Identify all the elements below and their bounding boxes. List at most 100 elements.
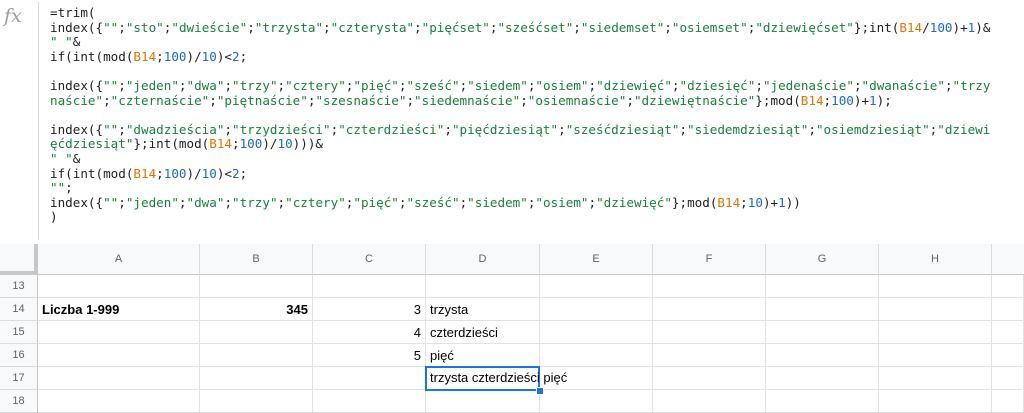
grid-cell[interactable] (426, 275, 540, 298)
grid-cell[interactable] (766, 367, 879, 390)
formula-token: ; (277, 77, 286, 93)
cell-d15[interactable]: czterdzieści (426, 321, 540, 344)
row-header-17[interactable]: 17 (0, 367, 38, 390)
cell-c16[interactable]: 5 (313, 344, 426, 367)
grid-cell[interactable] (540, 298, 653, 321)
grid-cell[interactable] (653, 367, 766, 390)
cell-c14[interactable]: 3 (313, 298, 426, 321)
formula-line: index({"";"jeden";"dwa";"trzy";"cztery";… (50, 194, 1024, 211)
fill-handle[interactable] (536, 387, 544, 395)
grid-cell[interactable] (766, 344, 879, 367)
row-header-13[interactable]: 13 (0, 275, 38, 298)
cell-d17-selected[interactable]: trzysta czterdzieści pięć (425, 366, 567, 391)
grid-cell[interactable] (540, 275, 653, 298)
formula-token: ; (178, 77, 187, 93)
grid-cell[interactable] (653, 321, 766, 344)
formula-token: "szesnaście" (315, 92, 407, 108)
formula-token: "czterysta" (330, 19, 415, 35)
formula-token: ; (444, 121, 452, 137)
formula-token: ; (520, 92, 528, 108)
column-header-a[interactable]: A (38, 244, 200, 275)
row-header-18[interactable]: 18 (0, 390, 38, 413)
formula-token: "trzy" (232, 77, 278, 93)
formula-token: 10 (277, 136, 293, 152)
grid-cell[interactable] (879, 275, 992, 298)
grid-cell[interactable] (992, 344, 1024, 367)
grid-cell[interactable] (38, 367, 200, 390)
formula-token: ; (588, 194, 597, 210)
grid-cell[interactable] (200, 390, 313, 413)
grid-cell[interactable] (992, 275, 1024, 298)
formula-token: ; (224, 77, 233, 93)
column-header-e[interactable]: E (540, 244, 653, 275)
grid-cell[interactable] (992, 298, 1024, 321)
grid-cell[interactable] (879, 367, 992, 390)
column-header-b[interactable]: B (200, 244, 313, 275)
formula-token: };int( (853, 19, 900, 35)
grid-cell[interactable] (879, 344, 992, 367)
cell-d16[interactable]: pięć (426, 344, 540, 367)
grid-cell[interactable] (540, 390, 653, 413)
grid-cell[interactable] (38, 390, 200, 413)
formula-token: ; (573, 19, 581, 35)
cell-a14[interactable]: Liczba 1-999 (38, 298, 200, 321)
formula-token: "sześćset" (497, 19, 574, 35)
formula-bar[interactable]: fx =trim(index({"";"sto";"dwieście";"trz… (0, 0, 1024, 245)
formula-token: 10 (747, 194, 763, 210)
grid-cell[interactable] (426, 390, 540, 413)
grid-cell[interactable] (879, 390, 992, 413)
formula-token: ; (755, 77, 763, 93)
grid-cell[interactable] (766, 321, 879, 344)
grid-cell[interactable] (200, 321, 313, 344)
formula-token: )< (216, 165, 233, 181)
formula-line: ""; (50, 180, 1024, 196)
formula-line: index({"";"jeden";"dwa";"trzy";"cztery";… (50, 77, 1024, 94)
grid-cell[interactable] (38, 275, 200, 298)
grid-cell[interactable] (653, 344, 766, 367)
grid-cell[interactable] (653, 390, 766, 413)
formula-text[interactable]: =trim(index({"";"sto";"dwieście";"trzyst… (50, 6, 1024, 238)
row-header-16[interactable]: 16 (0, 344, 38, 367)
column-header-h[interactable]: H (879, 244, 992, 275)
grid-cell[interactable] (313, 275, 426, 298)
grid-cell[interactable] (992, 321, 1024, 344)
grid-cell[interactable] (200, 367, 313, 390)
grid-cell[interactable] (540, 321, 653, 344)
column-header-overflow (992, 244, 1024, 275)
formula-token: 1 (778, 194, 786, 210)
grid-cell[interactable] (38, 344, 200, 367)
grid-cell[interactable] (200, 275, 313, 298)
grid-cell[interactable] (200, 344, 313, 367)
formula-token: & (72, 150, 81, 166)
grid-cell[interactable] (313, 367, 426, 390)
formula-token: "trzy" (232, 194, 278, 210)
row-header-14[interactable]: 14 (0, 298, 38, 321)
formula-token: ) (50, 209, 58, 225)
grid-cell[interactable] (38, 321, 200, 344)
grid-cell[interactable] (653, 298, 766, 321)
grid-cell[interactable] (766, 298, 879, 321)
grid-cell[interactable] (992, 367, 1024, 390)
formula-token: "jeden" (125, 77, 179, 93)
column-header-g[interactable]: G (766, 244, 879, 275)
cell-d14[interactable]: trzysta (426, 298, 540, 321)
grid-cell[interactable] (992, 390, 1024, 413)
formula-token: "dwa" (186, 77, 225, 93)
grid-cell[interactable] (653, 275, 766, 298)
spreadsheet-grid[interactable]: A B C D E F G H 13 14 15 16 17 18 Liczba… (0, 244, 1024, 413)
cell-c15[interactable]: 4 (313, 321, 426, 344)
grid-cell[interactable] (313, 390, 426, 413)
grid-cell[interactable] (879, 321, 992, 344)
column-header-c[interactable]: C (313, 244, 426, 275)
select-all-corner[interactable] (0, 244, 38, 275)
cell-b14[interactable]: 345 (200, 298, 313, 321)
formula-token: 10 (201, 165, 217, 181)
grid-cell[interactable] (540, 344, 653, 367)
grid-cell[interactable] (766, 390, 879, 413)
grid-cell[interactable] (766, 275, 879, 298)
column-header-f[interactable]: F (653, 244, 766, 275)
column-header-d[interactable]: D (426, 244, 540, 275)
formula-token: index({ (50, 121, 104, 137)
row-header-15[interactable]: 15 (0, 321, 38, 344)
grid-cell[interactable] (879, 298, 992, 321)
